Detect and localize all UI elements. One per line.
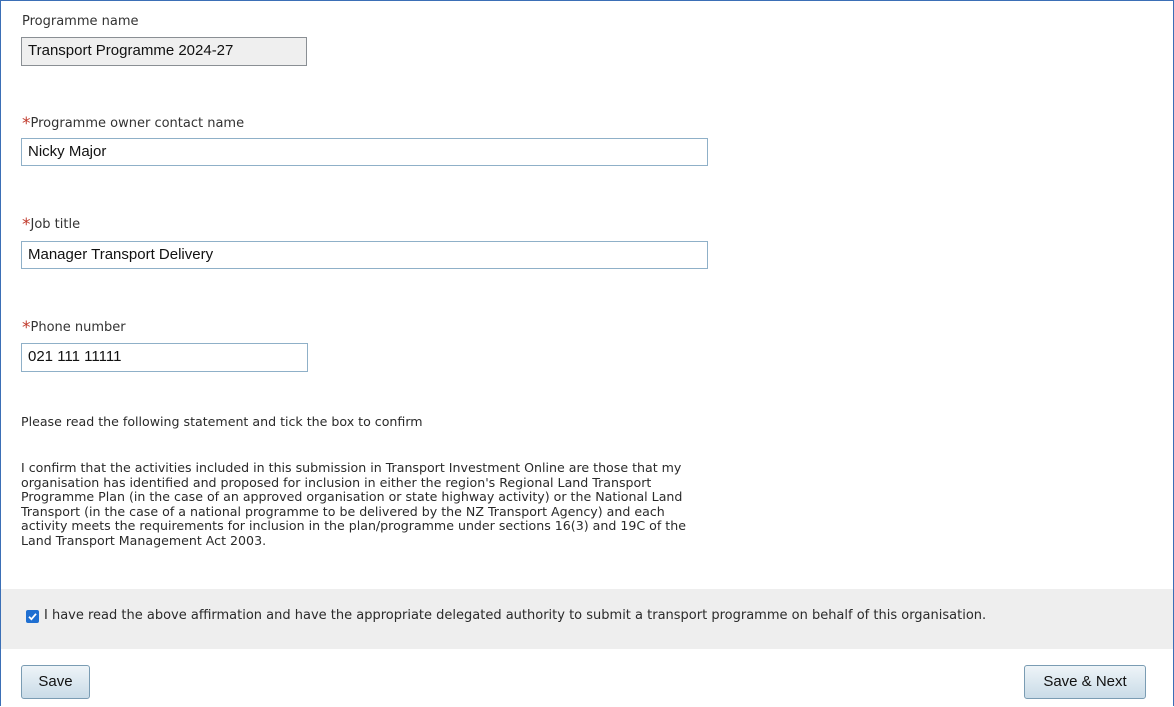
statement-line: activity meets the requirements for incl… [21,518,686,534]
job-title-input[interactable]: Manager Transport Delivery [21,241,708,269]
programme-name-field: Transport Programme 2024-27 [21,37,307,66]
required-marker: * [22,318,31,338]
programme-name-label: Programme name [22,14,139,29]
job-title-label: *Job title [22,213,81,235]
affirmation-statement: I confirm that the activities included i… [21,460,686,549]
affirmation-label[interactable]: I have read the above affirmation and ha… [44,608,986,624]
save-button[interactable]: Save [21,665,90,699]
owner-contact-input[interactable]: Nicky Major [21,138,708,166]
statement-line: Land Transport Management Act 2003. [21,532,267,548]
owner-contact-label-text: Programme owner contact name [30,116,245,131]
affirmation-checkbox[interactable] [26,610,39,623]
instruction-text: Please read the following statement and … [21,414,423,429]
phone-label: *Phone number [22,316,126,338]
phone-input[interactable]: 021 111 11111 [21,343,308,372]
checkmark-icon [28,613,37,621]
phone-label-text: Phone number [30,320,126,335]
statement-line: Programme Plan (in the case of an approv… [21,489,683,505]
statement-line: organisation has identified and proposed… [21,474,652,490]
statement-line: Transport (in the case of a national pro… [21,503,665,519]
owner-contact-label: *Programme owner contact name [22,112,245,134]
statement-line: I confirm that the activities included i… [21,460,682,475]
save-next-button[interactable]: Save & Next [1024,665,1146,699]
required-marker: * [22,215,31,235]
required-marker: * [22,114,31,134]
job-title-label-text: Job title [30,217,81,232]
